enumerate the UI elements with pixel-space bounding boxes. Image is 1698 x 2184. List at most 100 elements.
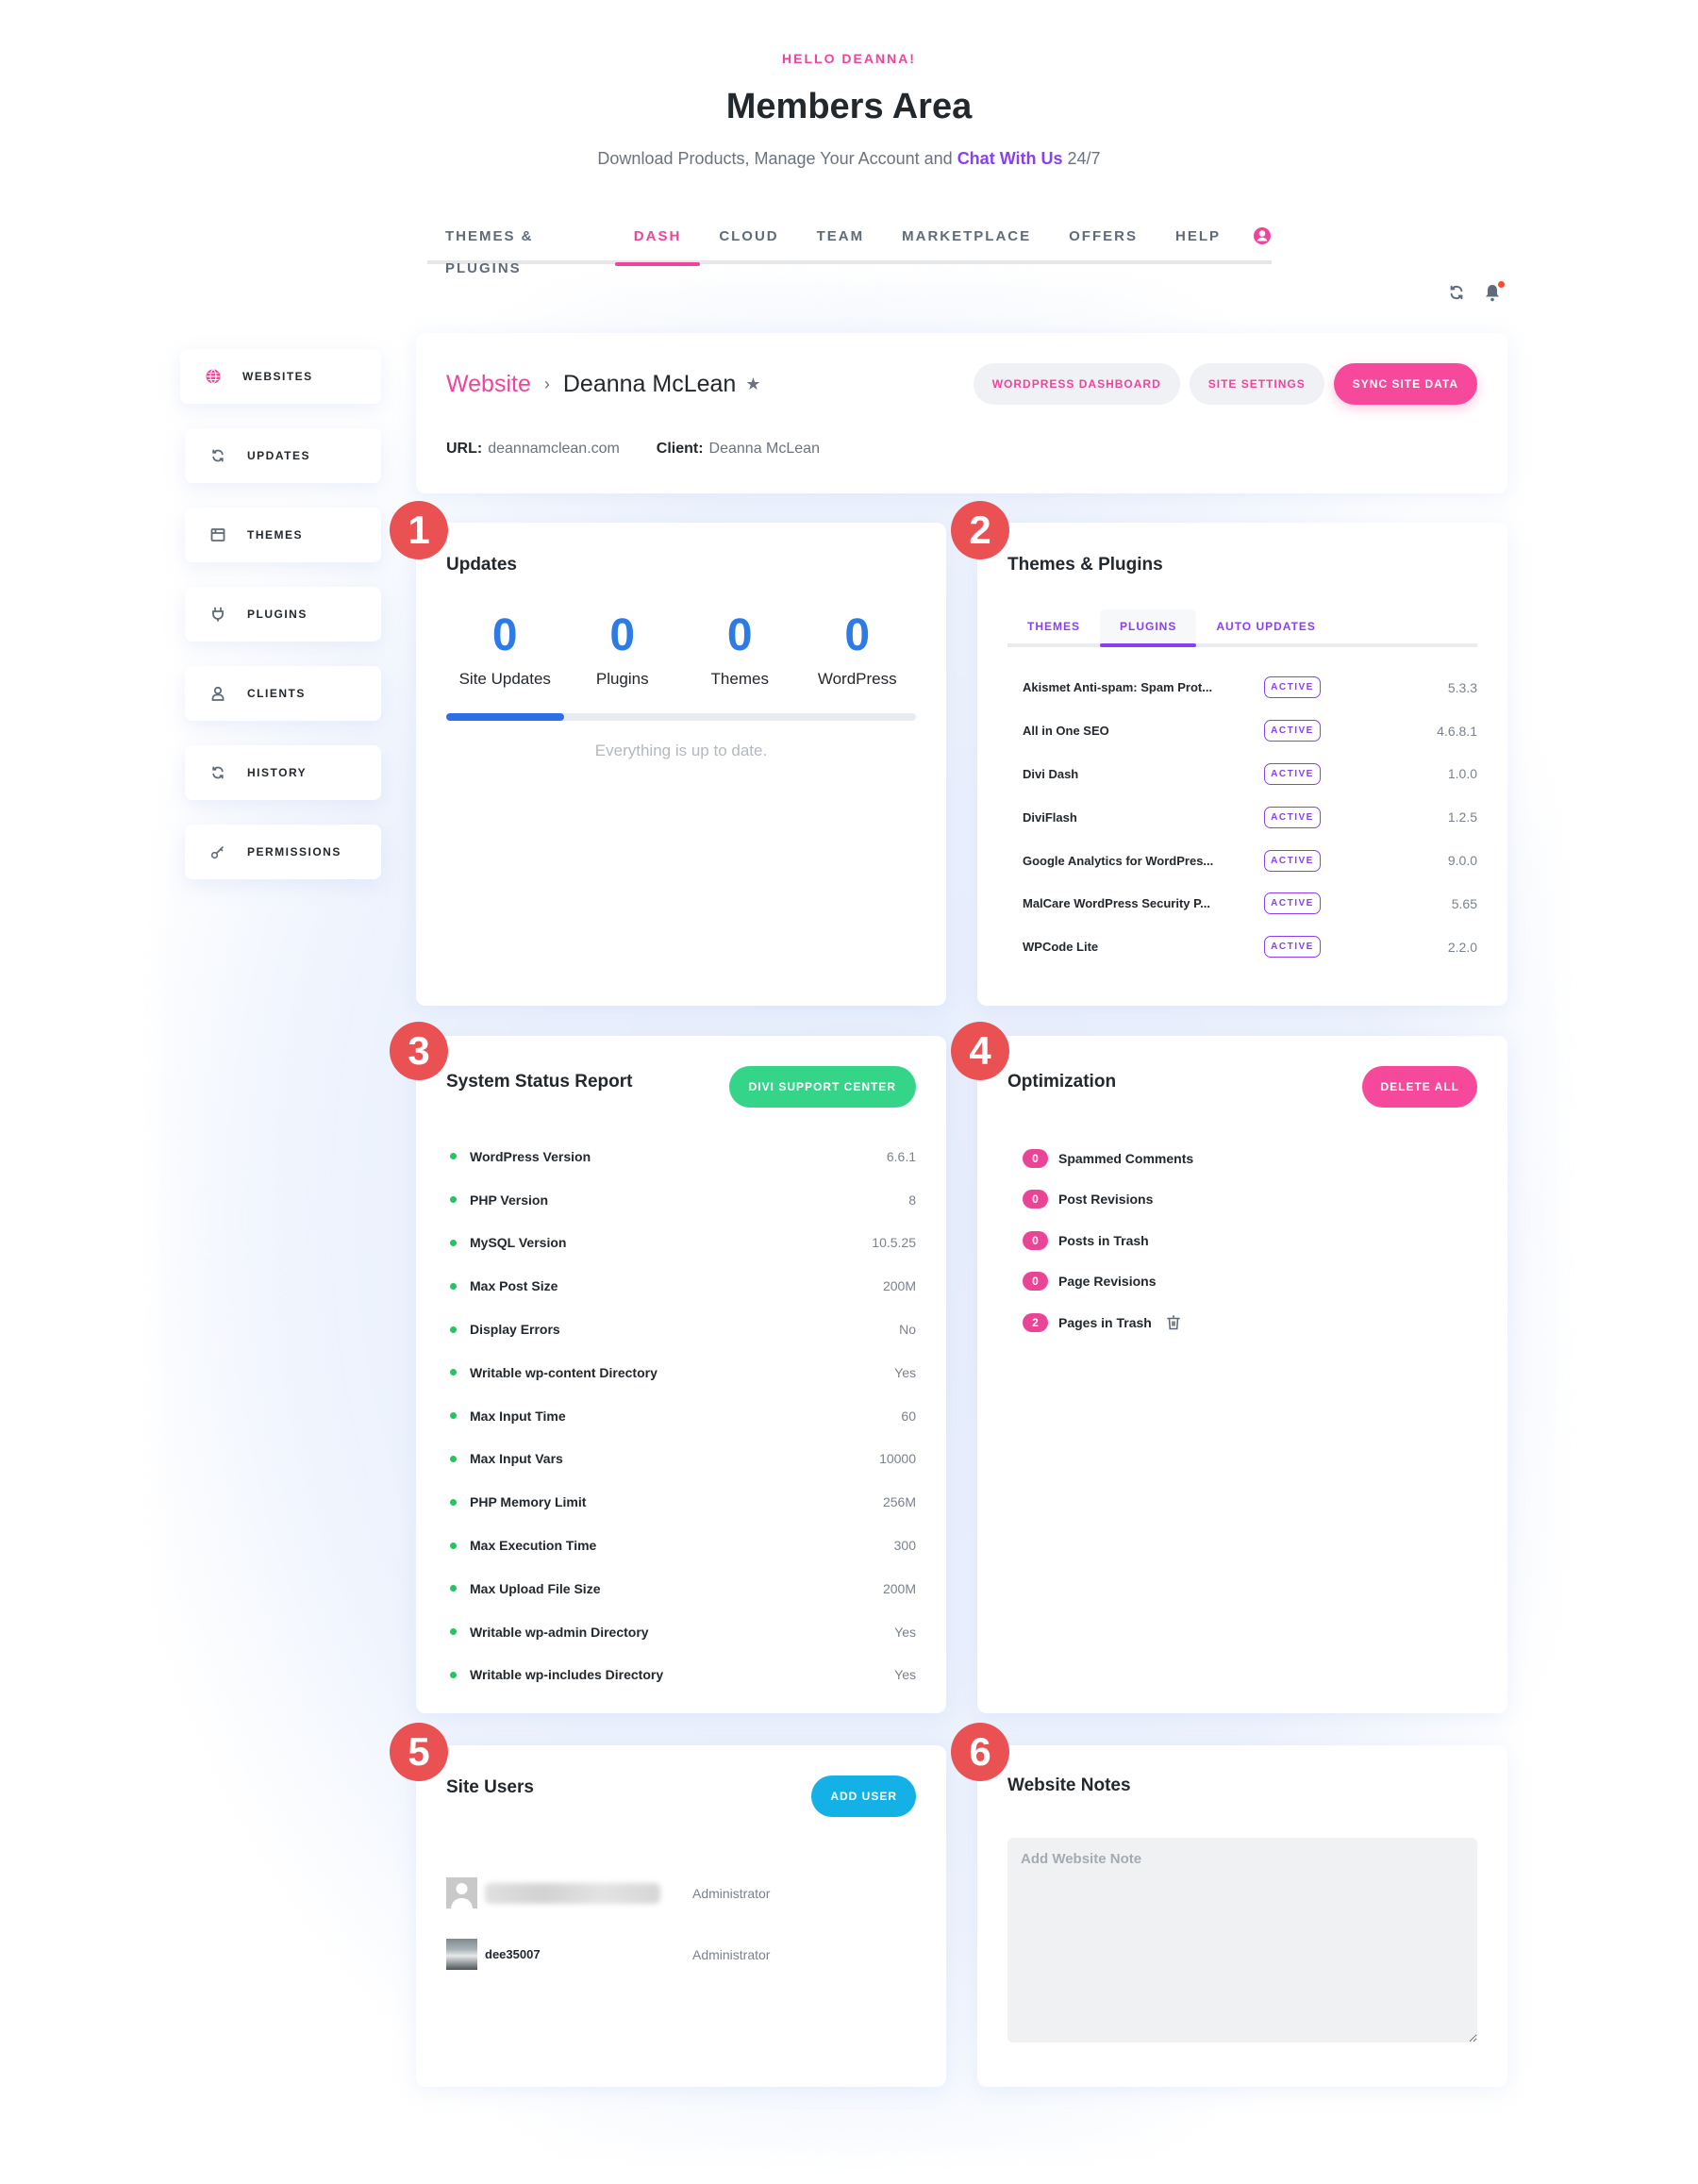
optimization-row: 0 Post Revisions xyxy=(1023,1179,1193,1221)
sidebar-item-label: WEBSITES xyxy=(242,370,313,383)
plugin-name: Divi Dash xyxy=(1023,766,1079,781)
status-ok-dot-icon xyxy=(450,1585,457,1592)
sidebar-item-themes[interactable]: THEMES xyxy=(185,508,381,562)
website-note-input[interactable] xyxy=(1007,1838,1477,2042)
tab-plugins[interactable]: PLUGINS xyxy=(1100,609,1197,647)
sync-site-data-button[interactable]: SYNC SITE DATA xyxy=(1333,363,1477,405)
status-value: Yes xyxy=(894,1364,916,1380)
status-row: PHP Memory Limit 256M xyxy=(450,1480,916,1524)
sidebar-item-plugins[interactable]: PLUGINS xyxy=(185,587,381,642)
sidebar-item-permissions[interactable]: PERMISSIONS xyxy=(185,825,381,879)
avatar xyxy=(446,1877,477,1909)
status-key: Display Errors xyxy=(470,1322,560,1338)
status-key: Writable wp-includes Directory xyxy=(470,1667,664,1683)
site-settings-button[interactable]: SITE SETTINGS xyxy=(1189,363,1324,405)
status-row: Max Input Vars 10000 xyxy=(450,1438,916,1481)
user-icon xyxy=(209,685,226,702)
sidebar-item-websites[interactable]: WEBSITES xyxy=(180,349,381,404)
system-status-title: System Status Report xyxy=(446,1072,633,1092)
add-user-button[interactable]: ADD USER xyxy=(811,1776,916,1817)
star-icon[interactable]: ★ xyxy=(745,375,760,394)
tab-marketplace[interactable]: MARKETPLACE xyxy=(883,221,1050,262)
avatar xyxy=(446,1939,477,1970)
tab-offers[interactable]: OFFERS xyxy=(1050,221,1157,262)
plugin-row[interactable]: Google Analytics for WordPres... ACTIVE 9.… xyxy=(1023,839,1477,882)
refresh-icon[interactable] xyxy=(1448,284,1465,306)
status-row: MySQL Version 10.5.25 xyxy=(450,1222,916,1265)
status-list: WordPress Version 6.6.1 PHP Version 8 MySQL … xyxy=(450,1135,916,1696)
system-status-card: System Status Report DIVI SUPPORT CENTER… xyxy=(416,1036,946,1713)
plugin-row[interactable]: Divi Dash ACTIVE 1.0.0 xyxy=(1023,753,1477,796)
callout-badge: 1 xyxy=(390,501,448,559)
stat-themes[interactable]: 0 Themes xyxy=(681,608,799,689)
status-key: MySQL Version xyxy=(470,1235,567,1251)
stat-site-updates[interactable]: 0 Site Updates xyxy=(446,608,564,689)
count-badge: 0 xyxy=(1023,1148,1048,1168)
tab-auto-updates[interactable]: AUTO UPDATES xyxy=(1196,609,1336,643)
status-ok-dot-icon xyxy=(450,1282,457,1290)
chat-with-us-link[interactable]: Chat With Us xyxy=(957,149,1063,168)
user-role: Administrator xyxy=(692,1946,771,1962)
tab-cloud[interactable]: CLOUD xyxy=(700,221,797,262)
status-ok-dot-icon xyxy=(450,1628,457,1636)
plugin-row[interactable]: DiviFlash ACTIVE 1.2.5 xyxy=(1023,795,1477,839)
status-value: 256M xyxy=(882,1494,916,1510)
utility-icons xyxy=(1448,281,1505,307)
stat-value: 0 xyxy=(491,610,518,660)
user-row[interactable]: Administrator xyxy=(446,1862,916,1924)
notification-dot xyxy=(1498,281,1505,288)
status-row: WordPress Version 6.6.1 xyxy=(450,1135,916,1178)
status-ok-dot-icon xyxy=(450,1153,457,1160)
trash-icon[interactable] xyxy=(1167,1314,1180,1330)
status-key: Writable wp-content Directory xyxy=(470,1364,658,1380)
divi-support-center-button[interactable]: DIVI SUPPORT CENTER xyxy=(728,1066,916,1108)
sidebar: WEBSITES UPDATES THEMES PLUGINS CLIENTS … xyxy=(180,349,381,904)
site-client: Deanna McLean xyxy=(708,441,820,457)
sidebar-item-updates[interactable]: UPDATES xyxy=(185,428,381,483)
stat-plugins[interactable]: 0 Plugins xyxy=(564,608,682,689)
breadcrumb-website-link[interactable]: Website xyxy=(446,371,531,398)
site-meta: URL: deannamclean.com Client: Deanna McLea… xyxy=(446,441,820,458)
sidebar-item-history[interactable]: HISTORY xyxy=(185,745,381,800)
tab-dash[interactable]: DASH xyxy=(614,221,701,266)
page-title: Members Area xyxy=(725,87,973,126)
plugin-row[interactable]: All in One SEO ACTIVE 4.6.8.1 xyxy=(1023,709,1477,753)
user-circle-icon[interactable] xyxy=(1253,226,1272,250)
greeting: HELLO DEANNA! xyxy=(782,51,916,66)
sidebar-item-label: PERMISSIONS xyxy=(247,845,341,859)
sidebar-item-label: HISTORY xyxy=(247,766,308,779)
callout-badge: 2 xyxy=(951,501,1009,559)
key-icon xyxy=(209,843,226,860)
update-status-text: Everything is up to date. xyxy=(594,742,768,759)
sidebar-item-label: CLIENTS xyxy=(247,687,306,700)
stat-value: 0 xyxy=(609,610,636,660)
update-stats: 0 Site Updates 0 Plugins 0 Themes 0 WordPres… xyxy=(446,608,916,689)
stat-wordpress[interactable]: 0 WordPress xyxy=(799,608,917,689)
plugin-row[interactable]: MalCare WordPress Security P... ACTIVE 5.6… xyxy=(1023,882,1477,925)
optimization-label: Post Revisions xyxy=(1058,1192,1154,1208)
tab-themes-plugins[interactable]: THEMES & PLUGINS xyxy=(427,221,615,276)
status-ok-dot-icon xyxy=(450,1325,457,1333)
status-ok-dot-icon xyxy=(450,1542,457,1549)
wordpress-dashboard-button[interactable]: WORDPRESS DASHBOARD xyxy=(973,363,1180,405)
bell-icon[interactable] xyxy=(1484,281,1505,307)
globe-icon xyxy=(205,368,222,385)
delete-all-button[interactable]: DELETE ALL xyxy=(1362,1066,1477,1108)
callout-badge: 5 xyxy=(390,1723,448,1781)
status-value: 6.6.1 xyxy=(886,1148,916,1164)
plugin-row[interactable]: Akismet Anti-spam: Spam Prot... ACTIVE 5.3… xyxy=(1023,666,1477,709)
tab-team[interactable]: TEAM xyxy=(798,221,884,262)
tab-themes[interactable]: THEMES xyxy=(1007,609,1100,643)
tab-help[interactable]: HELP xyxy=(1157,221,1240,262)
plugin-row[interactable]: WPCode Lite ACTIVE 2.2.0 xyxy=(1023,925,1477,969)
plugin-list: Akismet Anti-spam: Spam Prot... ACTIVE 5.3… xyxy=(1023,666,1477,969)
url-label: URL: xyxy=(446,441,483,457)
status-value: No xyxy=(899,1322,916,1338)
status-badge: ACTIVE xyxy=(1264,806,1321,828)
status-row: Writable wp-includes Directory Yes xyxy=(450,1654,916,1697)
themes-plugins-title: Themes & Plugins xyxy=(1007,555,1163,575)
user-list: Administrator dee35007 Administrator xyxy=(446,1862,916,1985)
sidebar-item-clients[interactable]: CLIENTS xyxy=(185,666,381,721)
plugin-name: Akismet Anti-spam: Spam Prot... xyxy=(1023,680,1213,695)
user-row[interactable]: dee35007 Administrator xyxy=(446,1924,916,1985)
